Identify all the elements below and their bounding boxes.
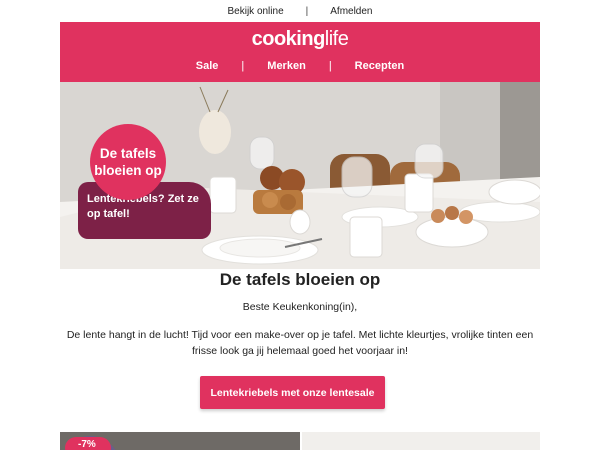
top-links: Bekijk online | Afmelden: [0, 0, 600, 22]
logo-bold-text: cooking: [251, 28, 326, 50]
lentesale-cta-button[interactable]: Lentekriebels met onze lentesale: [200, 376, 385, 409]
nav-item-merken[interactable]: Merken: [244, 60, 329, 72]
main-nav: Sale | Merken | Recepten: [60, 60, 540, 72]
product-tile-image-2[interactable]: [302, 432, 540, 450]
discount-badge: -7%: [65, 437, 111, 450]
salutation: Beste Keukenkoning(in),: [242, 301, 358, 313]
hero-banner[interactable]: Lentekriebels? Zet ze op tafel! De tafel…: [60, 82, 540, 269]
email-header: cookinglife Sale | Merken | Recepten: [60, 22, 540, 82]
page-title: De tafels bloeien op: [219, 270, 381, 289]
cookinglife-logo[interactable]: cookinglife: [60, 28, 540, 51]
unsubscribe-link[interactable]: Afmelden: [330, 6, 372, 17]
logo-light-text: life: [324, 28, 349, 50]
nav-item-recepten[interactable]: Recepten: [332, 60, 428, 72]
view-online-link[interactable]: Bekijk online: [227, 6, 283, 17]
intro-text: De lente hangt in de lucht! Tijd voor ee…: [66, 329, 534, 357]
top-links-separator: |: [305, 5, 309, 17]
hero-badge-title: De tafels bloeien op: [90, 124, 166, 200]
nav-item-sale[interactable]: Sale: [173, 60, 242, 72]
